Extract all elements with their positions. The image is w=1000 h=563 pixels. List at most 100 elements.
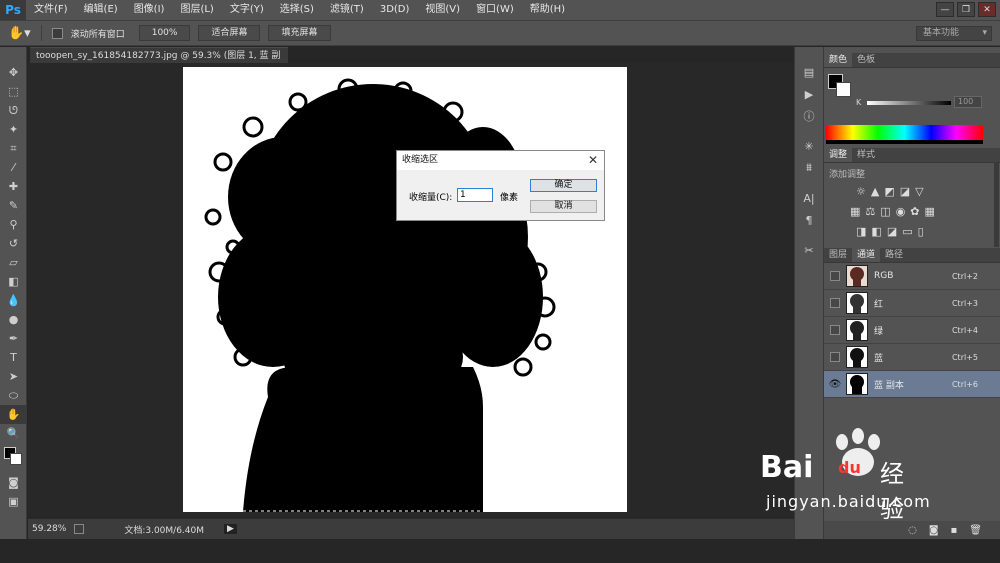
document-canvas[interactable] xyxy=(183,67,627,512)
blur-tool-icon[interactable]: 💧 xyxy=(0,291,27,310)
color-swatches-icon[interactable] xyxy=(0,443,27,473)
k-slider[interactable] xyxy=(867,101,951,105)
menu-filter[interactable]: 滤镜(T) xyxy=(322,0,372,20)
new-channel-icon[interactable]: ▪ xyxy=(951,525,958,536)
channel-row-red[interactable]: 红 Ctrl+3 xyxy=(824,290,1000,317)
move-tool-icon[interactable]: ✥ xyxy=(0,63,27,82)
color-spectrum-bar[interactable] xyxy=(826,125,983,144)
channel-row-blue-copy[interactable]: 👁 蓝 副本 Ctrl+6 xyxy=(824,371,1000,398)
hand-tool-preset-icon[interactable]: ✋▾ xyxy=(8,26,31,41)
channel-row-blue[interactable]: 蓝 Ctrl+5 xyxy=(824,344,1000,371)
load-selection-icon[interactable]: ◌ xyxy=(908,525,917,536)
delete-channel-icon[interactable]: 🗑 xyxy=(969,525,982,536)
tab-adjustments[interactable]: 调整 xyxy=(824,148,853,162)
dodge-tool-icon[interactable]: ● xyxy=(0,310,27,329)
type-tool-icon[interactable]: T xyxy=(0,348,27,367)
brush-tool-icon[interactable]: ✎ xyxy=(0,196,27,215)
channel-row-rgb[interactable]: RGB Ctrl+2 xyxy=(824,263,1000,290)
tab-paths[interactable]: 路径 xyxy=(880,248,908,262)
invert-icon[interactable]: ◨ xyxy=(856,225,866,238)
path-selection-tool-icon[interactable]: ➤ xyxy=(0,367,27,386)
visibility-toggle[interactable] xyxy=(827,349,843,365)
healing-brush-tool-icon[interactable]: ✚ xyxy=(0,177,27,196)
save-selection-icon[interactable]: ◙ xyxy=(929,525,939,536)
tab-styles[interactable]: 样式 xyxy=(852,148,880,162)
black-white-icon[interactable]: ◫ xyxy=(880,205,890,218)
marquee-tool-icon[interactable]: ⬚ xyxy=(0,82,27,101)
menu-select[interactable]: 选择(S) xyxy=(272,0,322,20)
dialog-close-button[interactable]: ✕ xyxy=(588,151,598,170)
eyedropper-tool-icon[interactable]: ⁄ xyxy=(0,158,27,177)
tool-presets-icon[interactable]: ✂ xyxy=(795,239,823,261)
zoom-100-button[interactable]: 100% xyxy=(138,25,191,41)
menu-window[interactable]: 窗口(W) xyxy=(468,0,522,20)
screen-mode-icon[interactable]: ▣ xyxy=(0,492,27,511)
menu-help[interactable]: 帮助(H) xyxy=(522,0,573,20)
scroll-all-windows-checkbox[interactable] xyxy=(51,27,63,39)
character-icon[interactable]: A| xyxy=(795,187,823,209)
pen-tool-icon[interactable]: ✒ xyxy=(0,329,27,348)
quick-mask-icon[interactable]: ◙ xyxy=(0,473,27,492)
magic-wand-tool-icon[interactable]: ✦ xyxy=(0,120,27,139)
brightness-icon[interactable]: ☼ xyxy=(856,185,866,198)
tab-channels[interactable]: 通道 xyxy=(852,248,881,262)
close-window-button[interactable]: ✕ xyxy=(978,2,996,17)
workspace-select[interactable]: 基本功能 ▾ xyxy=(916,26,992,41)
levels-icon[interactable]: ▲ xyxy=(871,185,879,198)
posterize-icon[interactable]: ◧ xyxy=(871,225,881,238)
lasso-tool-icon[interactable]: ᘎ xyxy=(0,101,27,120)
minimize-button[interactable]: — xyxy=(936,2,954,17)
visibility-toggle[interactable] xyxy=(827,295,843,311)
k-value-input[interactable]: 100 xyxy=(954,96,982,108)
zoom-level[interactable]: 59.28% xyxy=(32,524,66,534)
vibrance-icon[interactable]: ▽ xyxy=(915,185,923,198)
menu-image[interactable]: 图像(I) xyxy=(126,0,173,20)
menu-edit[interactable]: 编辑(E) xyxy=(76,0,126,20)
history-icon[interactable]: ▤ xyxy=(795,61,823,83)
clone-stamp-tool-icon[interactable]: ⚲ xyxy=(0,215,27,234)
tab-swatches[interactable]: 色板 xyxy=(852,53,880,67)
eye-icon[interactable]: 👁 xyxy=(827,376,843,392)
menu-layer[interactable]: 图层(L) xyxy=(172,0,221,20)
info-icon[interactable]: ⓘ xyxy=(795,105,823,127)
brush-presets-icon[interactable]: ⩩ xyxy=(795,157,823,179)
status-icon[interactable] xyxy=(74,524,85,534)
fill-screen-button[interactable]: 填充屏幕 xyxy=(268,25,331,41)
color-lookup-icon[interactable]: ▦ xyxy=(925,205,935,218)
tab-color[interactable]: 颜色 xyxy=(824,53,853,67)
paragraph-icon[interactable]: ¶ xyxy=(795,209,823,231)
shape-tool-icon[interactable]: ⬭ xyxy=(0,386,27,405)
threshold-icon[interactable]: ◪ xyxy=(887,225,897,238)
document-tab[interactable]: tooopen_sy_161854182773.jpg @ 59.3% (图层 … xyxy=(30,47,288,77)
restore-button[interactable]: ❐ xyxy=(957,2,975,17)
hand-tool-icon[interactable]: ✋ xyxy=(0,405,27,424)
navigator-icon[interactable]: ✳ xyxy=(795,135,823,157)
channel-row-green[interactable]: 绿 Ctrl+4 xyxy=(824,317,1000,344)
menu-file[interactable]: 文件(F) xyxy=(26,0,76,20)
menu-type[interactable]: 文字(Y) xyxy=(222,0,272,20)
crop-tool-icon[interactable]: ⌗ xyxy=(0,139,27,158)
menu-view[interactable]: 视图(V) xyxy=(417,0,468,20)
menu-3d[interactable]: 3D(D) xyxy=(372,0,418,20)
cancel-button[interactable]: 取消 xyxy=(530,200,597,213)
status-menu-arrow[interactable]: ▶ xyxy=(224,524,237,534)
fit-screen-button[interactable]: 适合屏幕 xyxy=(198,25,261,41)
zoom-tool-icon[interactable]: 🔍 xyxy=(0,424,27,443)
gradient-map-icon[interactable]: ▭ xyxy=(902,225,912,238)
actions-play-icon[interactable]: ▶ xyxy=(795,83,823,105)
gradient-tool-icon[interactable]: ◧ xyxy=(0,272,27,291)
background-color-swatch[interactable] xyxy=(836,82,851,97)
selective-color-icon[interactable]: ▯ xyxy=(918,225,924,238)
eraser-tool-icon[interactable]: ▱ xyxy=(0,253,27,272)
visibility-toggle[interactable] xyxy=(827,322,843,338)
ok-button[interactable]: 确定 xyxy=(530,179,597,192)
color-balance-icon[interactable]: ⚖ xyxy=(865,205,875,218)
panel-scrollbar[interactable] xyxy=(994,163,999,247)
history-brush-tool-icon[interactable]: ↺ xyxy=(0,234,27,253)
curves-icon[interactable]: ◩ xyxy=(884,185,894,198)
contract-amount-input[interactable] xyxy=(457,188,493,202)
channel-mixer-icon[interactable]: ✿ xyxy=(910,205,919,218)
photo-filter-icon[interactable]: ◉ xyxy=(896,205,906,218)
exposure-icon[interactable]: ◪ xyxy=(900,185,910,198)
tab-layers[interactable]: 图层 xyxy=(824,248,852,262)
